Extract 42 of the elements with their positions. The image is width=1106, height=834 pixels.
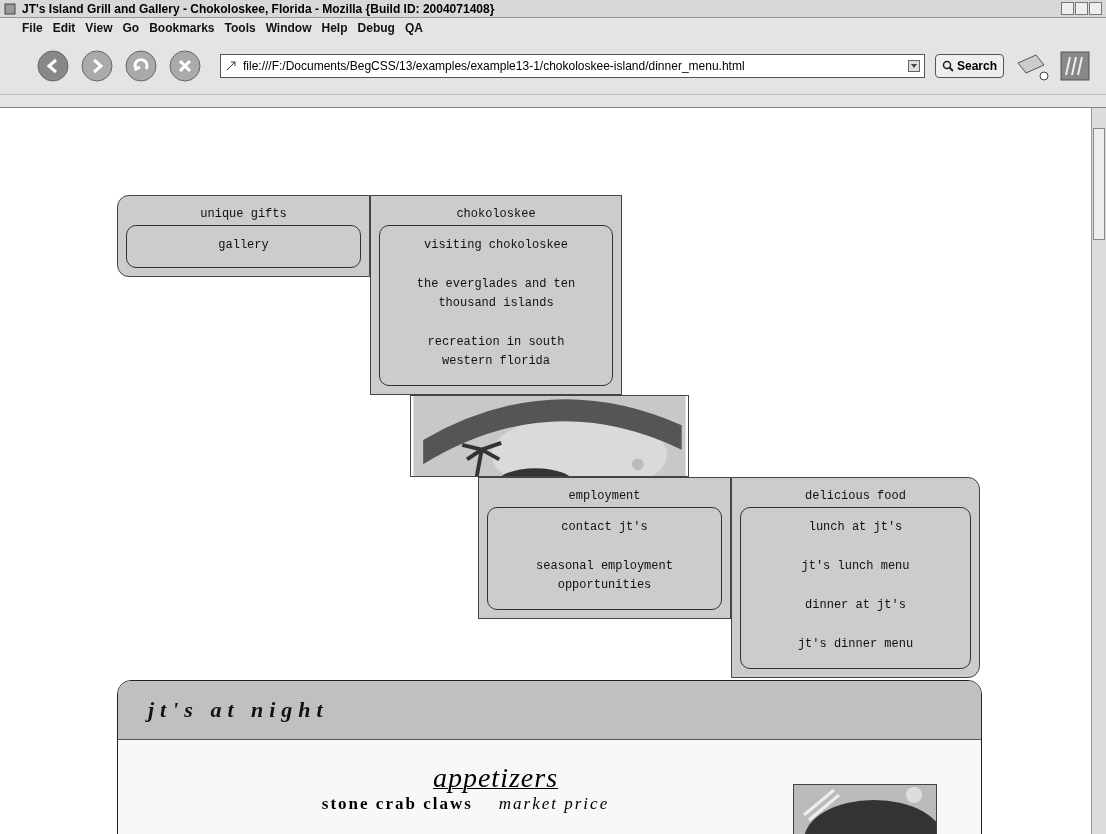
menu-item[interactable]: QA: [404, 21, 423, 35]
menu-item[interactable]: Bookmarks: [149, 21, 215, 35]
nav-link[interactable]: jt's lunch menu: [741, 557, 970, 576]
menu-item[interactable]: Window: [265, 21, 312, 35]
nav-box-title: chokoloskee: [455, 206, 537, 223]
dish-name: stone crab claws: [321, 794, 473, 814]
nav-box-title: unique gifts: [199, 206, 288, 223]
menu-item[interactable]: Tools: [224, 21, 256, 35]
search-button[interactable]: Search: [934, 54, 1004, 78]
search-icon: [941, 60, 954, 72]
menu-item[interactable]: Debug: [357, 21, 395, 35]
menu-item[interactable]: View: [85, 21, 113, 35]
menu-item[interactable]: Edit: [52, 21, 76, 35]
nav-link[interactable]: lunch at jt's: [741, 518, 970, 537]
close-button[interactable]: [1089, 2, 1102, 15]
nav-box-title: delicious food: [804, 488, 907, 505]
menu-item[interactable]: Go: [122, 21, 140, 35]
logo-icon[interactable]: [1060, 51, 1090, 81]
menu-item[interactable]: File: [22, 21, 43, 35]
nav-link[interactable]: recreation in south western florida: [380, 333, 612, 371]
nav-box-title: employment: [567, 488, 642, 505]
window-title: JT's Island Grill and Gallery - Chokoloskee, Florida - Mozilla {Build ID: 2004071408}: [22, 1, 496, 16]
scrollbar[interactable]: [1091, 108, 1106, 834]
section-heading: appetizers: [432, 762, 559, 794]
nav-link[interactable]: contact jt's: [488, 518, 721, 537]
nav-link[interactable]: jt's dinner menu: [741, 635, 970, 654]
back-button[interactable]: [36, 49, 70, 83]
dish-price: market price: [498, 794, 610, 814]
nav-link[interactable]: the everglades and ten thousand islands: [380, 275, 612, 313]
reload-button[interactable]: [124, 49, 158, 83]
menu-item[interactable]: Help: [321, 21, 348, 35]
maximize-button[interactable]: [1075, 2, 1088, 15]
nav-link[interactable]: gallery: [127, 236, 360, 255]
address-field[interactable]: file:///F:/Documents/BegCSS/13/examples/example13-1/chokoloskee-island/dinner_menu.html: [220, 54, 925, 78]
nav-link[interactable]: dinner at jt's: [741, 596, 970, 615]
nav-link[interactable]: seasonal employment opportunities: [488, 557, 721, 595]
forward-button[interactable]: [80, 49, 114, 83]
stop-button[interactable]: [168, 49, 202, 83]
dropdown-icon[interactable]: [907, 60, 920, 72]
nav-link[interactable]: visiting chokoloskee: [380, 236, 612, 255]
page-icon: [225, 60, 237, 72]
minimize-button[interactable]: [1061, 2, 1074, 15]
